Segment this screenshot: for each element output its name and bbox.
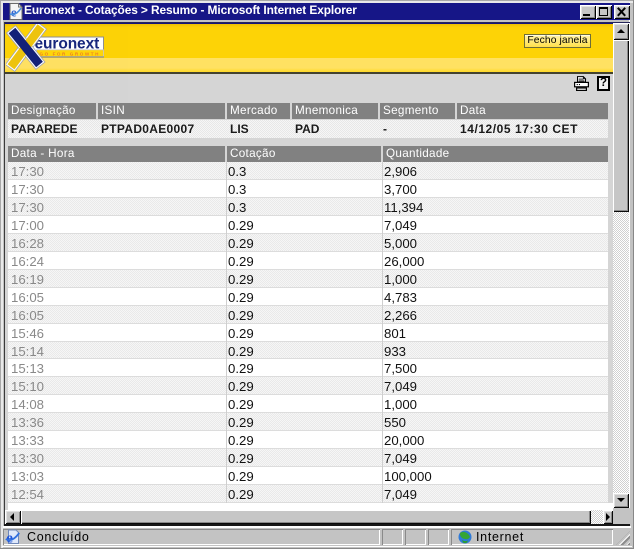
svg-text:GO FOR GROWTH: GO FOR GROWTH	[40, 51, 100, 56]
svg-text:euronext: euronext	[35, 36, 100, 53]
svg-text:e: e	[6, 531, 13, 545]
